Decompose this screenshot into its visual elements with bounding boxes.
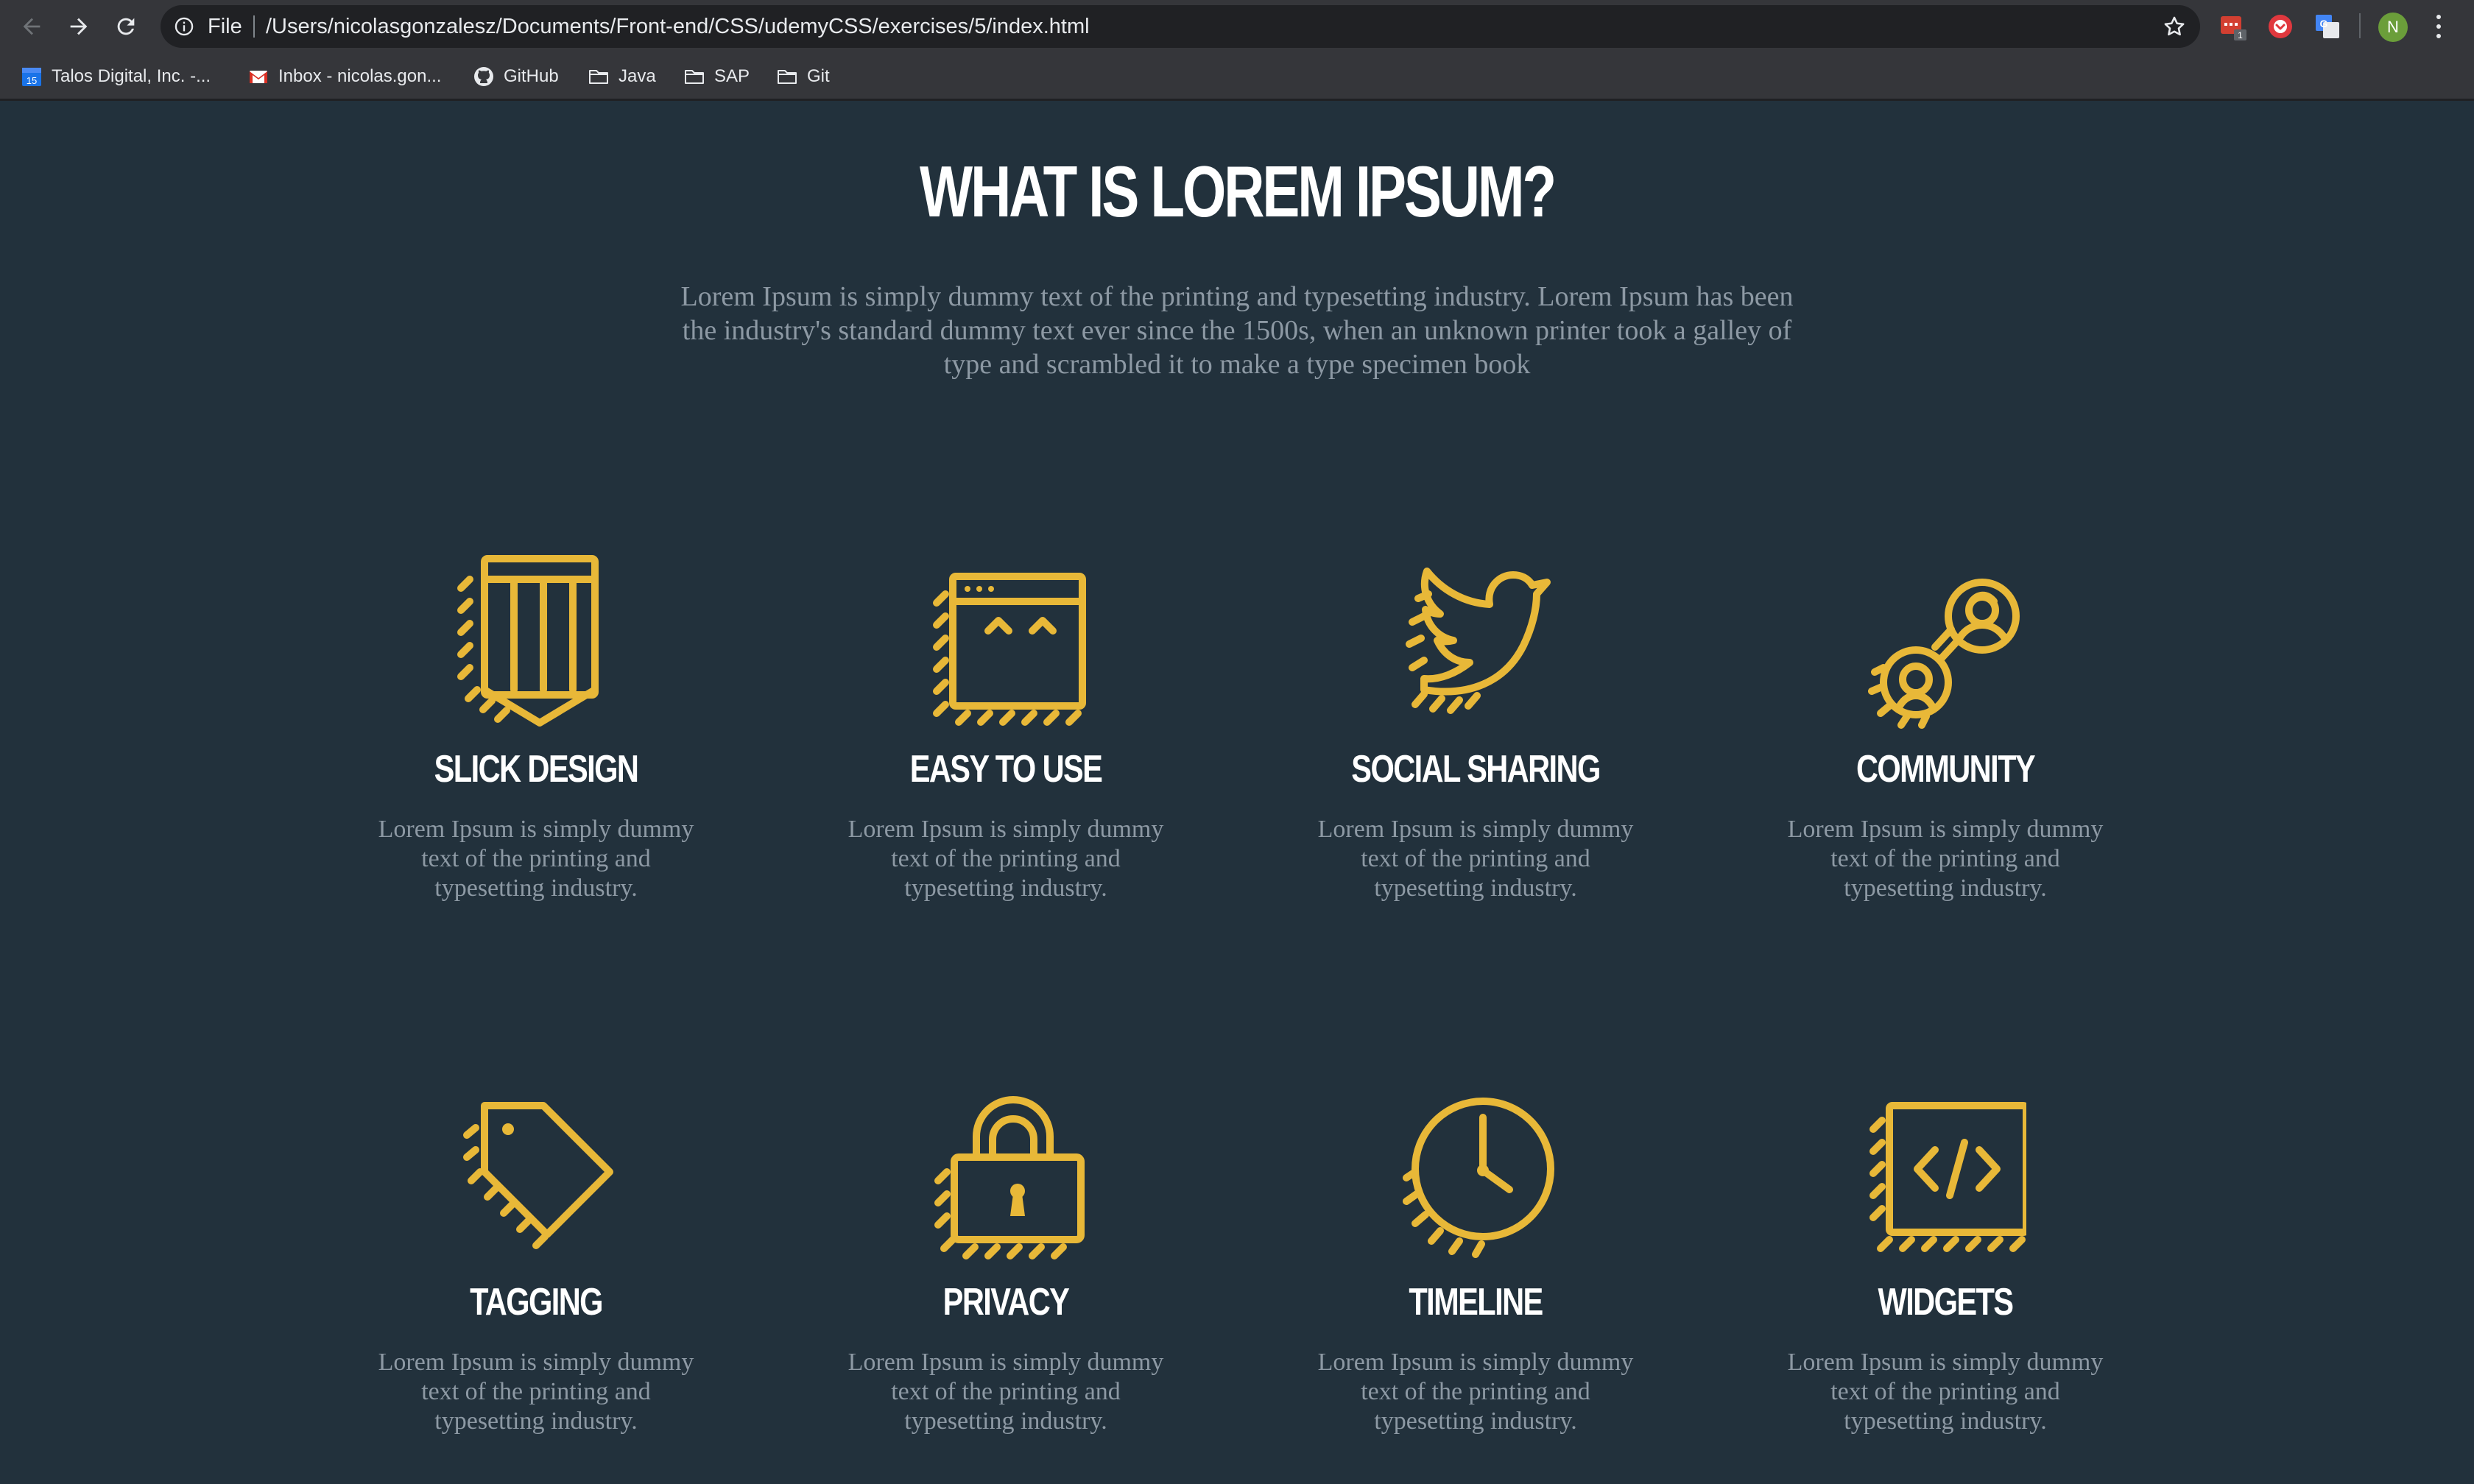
address-bar[interactable]: File /Users/nicolasgonzalesz/Documents/F… [161, 5, 2200, 48]
bookmark-label: Git [807, 66, 830, 86]
feature-title: WIDGETS [1878, 1281, 2015, 1324]
bookmark-label: GitHub [504, 66, 559, 86]
extension-translate-button[interactable]: G [2313, 12, 2342, 41]
info-icon[interactable] [174, 16, 194, 37]
folder-icon [588, 66, 610, 88]
feature-title: TIMELINE [1409, 1281, 1543, 1324]
bookmark-talos[interactable]: 15 Talos Digital, Inc. -... [21, 62, 211, 91]
calendar-icon: 15 [21, 66, 43, 88]
extension-todo-button[interactable]: 1 [2219, 12, 2248, 41]
browser-window-icon [925, 550, 1087, 741]
reload-icon [117, 18, 135, 35]
menu-dot-icon [2436, 24, 2441, 29]
tag-icon [455, 1084, 617, 1275]
pocket-icon [2269, 15, 2292, 38]
bookmark-github[interactable]: GitHub [473, 62, 559, 91]
intro-paragraph: Lorem Ipsum is simply dummy text of the … [680, 281, 1794, 380]
svg-text:15: 15 [27, 75, 37, 86]
menu-dot-icon [2436, 34, 2441, 39]
feature-title: SLICK DESIGN [434, 748, 639, 791]
padlock-icon [925, 1084, 1087, 1275]
browser-chrome: File /Users/nicolasgonzalesz/Documents/F… [0, 0, 2474, 101]
svg-text:G: G [2320, 18, 2328, 29]
feature-description: Lorem Ipsum is simply dummy text of the … [1787, 816, 2104, 902]
menu-dot-icon [2436, 14, 2441, 19]
forward-button[interactable] [62, 10, 96, 43]
feature-title: SOCIAL SHARING [1351, 748, 1601, 791]
community-people-icon [1864, 550, 2026, 741]
feature-description: Lorem Ipsum is simply dummy text of the … [1787, 1349, 2104, 1435]
feature-title: TAGGING [470, 1281, 603, 1324]
extension-pocket-button[interactable] [2266, 12, 2295, 41]
folder-icon [776, 66, 798, 88]
folder-icon [683, 66, 705, 88]
feature-description: Lorem Ipsum is simply dummy text of the … [1317, 816, 1634, 902]
page-title: WHAT IS LOREM IPSUM? [920, 151, 1557, 232]
arrow-right-icon [70, 18, 88, 35]
google-translate-icon: G [2316, 15, 2339, 38]
reload-button[interactable] [109, 10, 143, 43]
bookmark-folder-java[interactable]: Java [588, 62, 656, 91]
back-button[interactable] [15, 10, 49, 43]
feature-description: Lorem Ipsum is simply dummy text of the … [847, 1349, 1164, 1435]
gmail-icon [247, 66, 269, 88]
feature-title: EASY TO USE [909, 748, 1103, 791]
url-divider [253, 15, 255, 38]
url-scheme-label: File [208, 15, 242, 38]
twitter-bird-icon [1395, 550, 1557, 741]
code-widget-icon [1864, 1084, 2030, 1275]
bookmark-star-icon[interactable] [2162, 14, 2187, 39]
feature-description: Lorem Ipsum is simply dummy text of the … [1317, 1349, 1634, 1435]
bookmark-inbox[interactable]: Inbox - nicolas.gon... [247, 62, 441, 91]
todo-extension-icon: 1 [2221, 16, 2246, 40]
page-content: WHAT IS LOREM IPSUM? Lorem Ipsum is simp… [0, 101, 2474, 1484]
toolbar-divider [2359, 13, 2361, 38]
bookmark-folder-sap[interactable]: SAP [683, 62, 750, 91]
feature-description: Lorem Ipsum is simply dummy text of the … [378, 1349, 694, 1435]
bookmark-label: Java [618, 66, 656, 86]
bookmarks-bar: 15 Talos Digital, Inc. -... Inbox - nico… [0, 56, 2474, 97]
url-text[interactable]: /Users/nicolasgonzalesz/Documents/Front-… [266, 15, 1090, 39]
bookmark-label: SAP [714, 66, 750, 86]
feature-title: COMMUNITY [1856, 748, 2036, 791]
feature-description: Lorem Ipsum is simply dummy text of the … [847, 816, 1164, 902]
pencil-icon [455, 550, 617, 741]
github-icon [473, 66, 495, 88]
clock-icon [1395, 1084, 1557, 1275]
feature-title: PRIVACY [942, 1281, 1070, 1324]
feature-description: Lorem Ipsum is simply dummy text of the … [378, 816, 694, 902]
browser-toolbar: File /Users/nicolasgonzalesz/Documents/F… [0, 0, 2474, 53]
arrow-left-icon [23, 18, 40, 35]
extension-badge: 1 [2238, 30, 2243, 40]
profile-avatar[interactable]: N [2378, 13, 2408, 42]
bookmark-label: Inbox - nicolas.gon... [278, 66, 442, 86]
browser-menu-button[interactable] [2431, 12, 2446, 41]
bookmark-label: Talos Digital, Inc. -... [52, 66, 211, 86]
bookmark-folder-git[interactable]: Git [776, 62, 830, 91]
